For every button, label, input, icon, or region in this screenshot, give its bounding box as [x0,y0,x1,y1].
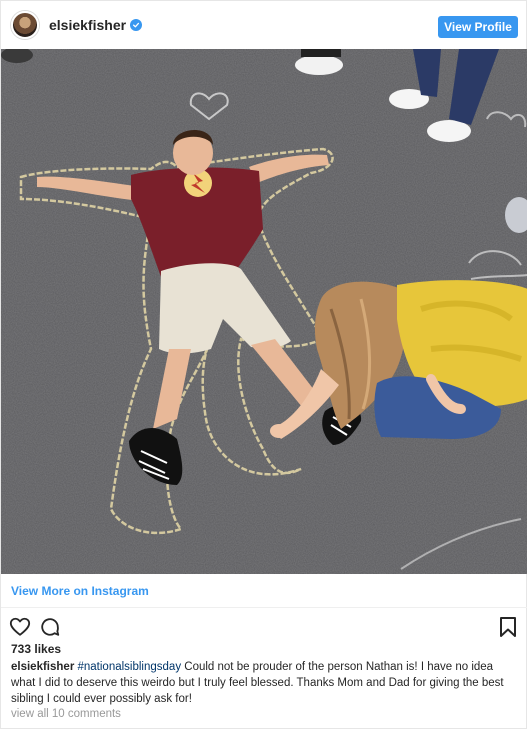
caption-hashtag[interactable]: #nationalsiblingsday [78,661,182,673]
comment-bubble-icon[interactable] [39,616,61,638]
instagram-embed-card: elsiekfisher View Profile View More on I… [0,0,527,729]
post-caption: elsiekfisher #nationalsiblingsday Could … [11,659,516,707]
post-header: elsiekfisher View Profile [1,1,527,49]
view-more-on-instagram-link[interactable]: View More on Instagram [1,574,527,608]
heart-icon[interactable] [9,616,31,638]
avatar[interactable] [11,11,39,39]
view-all-comments-link[interactable]: view all 10 comments [11,708,121,720]
caption-username[interactable]: elsiekfisher [11,661,74,673]
verified-check-icon [130,19,143,31]
bookmark-icon[interactable] [498,616,518,638]
username[interactable]: elsiekfisher [49,17,126,33]
post-photo[interactable] [1,49,527,574]
post-actions [1,614,527,640]
likes-count[interactable]: 733 likes [11,642,61,656]
view-profile-button[interactable]: View Profile [438,16,518,38]
